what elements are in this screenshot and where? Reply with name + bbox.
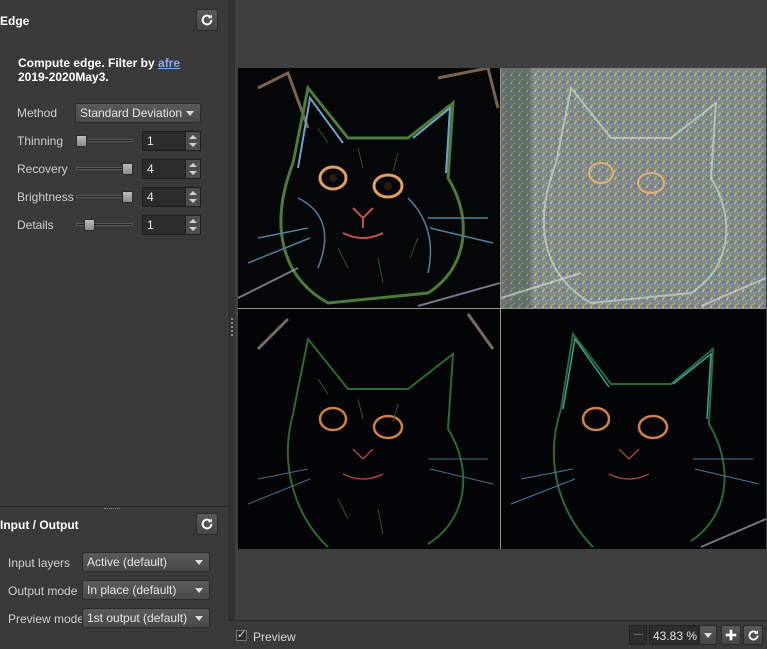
io-title: Input / Output [0,518,79,532]
preview-quadrant-bottom-left [238,309,500,549]
zoom-in-icon [725,629,737,641]
output-mode-label: Output mode [8,584,78,598]
preview-mode-value: 1st output (default) [87,611,188,625]
details-value: 1 [147,218,154,232]
method-select[interactable]: Standard Deviation [75,103,201,123]
thinning-stepper[interactable] [185,132,200,150]
description-prefix: Compute edge. Filter by [18,56,159,70]
zoom-dropdown-button[interactable] [699,625,717,645]
panel-divider [0,506,229,507]
reset-zoom-button[interactable] [743,625,763,645]
preview-mode-select[interactable]: 1st output (default) [82,608,210,628]
arrow-up-icon[interactable] [189,219,197,223]
recovery-stepper[interactable] [185,160,200,178]
zoom-level-field[interactable]: 43.83 % [649,625,699,645]
preview-label: Preview [253,630,296,644]
arrow-down-icon[interactable] [189,227,197,231]
preview-mode-label: Preview mode [8,612,85,626]
arrow-up-icon[interactable] [189,191,197,195]
thinning-slider-handle[interactable] [76,135,87,147]
thinning-value: 1 [147,134,154,148]
recovery-label: Recovery [17,162,68,176]
refresh-icon [201,518,213,530]
preview-quadrant-top-right [501,68,766,308]
preview-quadrant-bottom-right [501,309,766,549]
reset-io-button[interactable] [196,513,218,535]
details-stepper[interactable] [185,216,200,234]
brightness-spinbox[interactable]: 4 [142,187,201,207]
zoom-out-button[interactable] [629,625,647,645]
arrow-up-icon[interactable] [189,163,197,167]
chevron-down-icon [195,588,203,593]
chevron-down-icon [704,632,712,638]
zoom-in-button[interactable] [721,625,741,645]
thinning-label: Thinning [17,134,64,148]
recovery-spinbox[interactable]: 4 [142,159,201,179]
arrow-down-icon[interactable] [189,171,197,175]
refresh-icon [748,629,758,640]
preview-toolbar: Preview 43.83 % [229,620,767,649]
chevron-down-icon [195,560,203,565]
input-layers-select[interactable]: Active (default) [82,552,210,572]
minus-icon [634,634,643,635]
details-slider-handle[interactable] [84,219,95,231]
thinning-spinbox[interactable]: 1 [142,131,201,151]
details-spinbox[interactable]: 1 [142,215,201,235]
author-link[interactable]: afre [158,56,180,70]
filter-description: Compute edge. Filter by afre 2019-2020Ma… [18,56,218,84]
preview-image[interactable] [238,68,766,549]
recovery-value: 4 [147,162,154,176]
reset-filter-button[interactable] [196,9,218,31]
zoom-level-value: 43.83 % [653,629,698,643]
filter-panel: Edge Compute edge. Filter by afre 2019-2… [0,0,229,648]
preview-quadrant-top-left [238,68,500,308]
recovery-slider-handle[interactable] [122,163,133,175]
brightness-slider-handle[interactable] [122,191,133,203]
method-value: Standard Deviation [80,106,183,120]
method-label: Method [17,106,58,120]
splitter-handle[interactable] [104,508,120,512]
details-label: Details [17,218,54,232]
filter-title: Edge [0,14,30,28]
arrow-up-icon[interactable] [189,135,197,139]
preview-split-horizontal [238,308,766,309]
refresh-icon [201,14,213,26]
input-layers-label: Input layers [8,556,71,570]
output-mode-select[interactable]: In place (default) [82,580,210,600]
brightness-stepper[interactable] [185,188,200,206]
brightness-label: Brightness [17,190,74,204]
arrow-down-icon[interactable] [189,143,197,147]
chevron-down-icon [195,616,203,621]
chevron-down-icon [186,111,194,116]
brightness-value: 4 [147,190,154,204]
input-layers-value: Active (default) [87,555,168,569]
arrow-down-icon[interactable] [189,199,197,203]
preview-checkbox[interactable] [236,628,247,641]
description-suffix: 2019-2020May3. [18,70,109,84]
output-mode-value: In place (default) [87,583,177,597]
